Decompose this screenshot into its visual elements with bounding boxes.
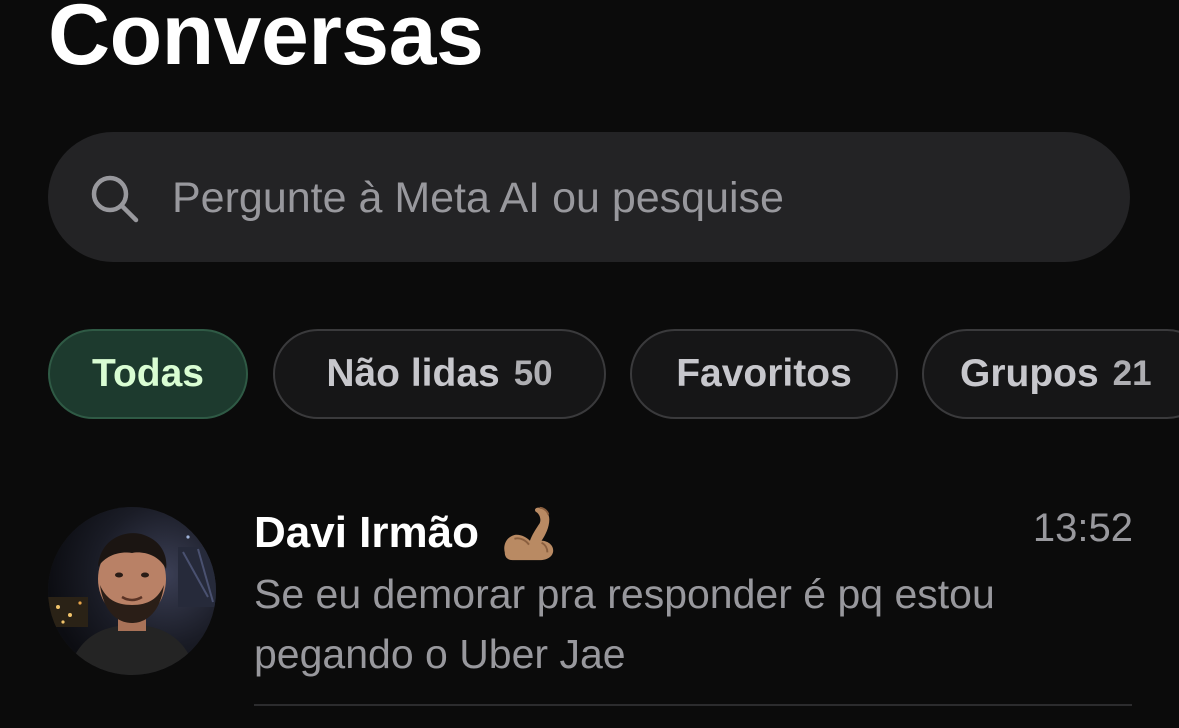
filter-chip-favorites[interactable]: Favoritos bbox=[630, 329, 898, 419]
chat-list-item[interactable]: Davi Irmão 13:52 Se eu demorar pra respo… bbox=[0, 480, 1179, 728]
filter-chip-count: 21 bbox=[1112, 354, 1152, 393]
chat-name-text: Davi Irmão bbox=[254, 508, 479, 557]
chat-divider bbox=[254, 704, 1132, 706]
filter-chip-all[interactable]: Todas bbox=[48, 329, 248, 419]
search-icon bbox=[91, 175, 139, 223]
filter-chip-label: Todas bbox=[92, 352, 204, 395]
flexed-biceps-icon bbox=[504, 506, 554, 561]
page-title: Conversas bbox=[48, 0, 484, 83]
filter-chips: Todas Não lidas 50 Favoritos Grupos 21 bbox=[48, 329, 1179, 423]
filter-chip-count: 50 bbox=[513, 354, 553, 393]
avatar[interactable] bbox=[48, 507, 216, 675]
chat-name: Davi Irmão bbox=[254, 502, 559, 564]
filter-chip-groups[interactable]: Grupos 21 bbox=[922, 329, 1179, 419]
filter-chip-unread[interactable]: Não lidas 50 bbox=[273, 329, 606, 419]
filter-chip-label: Favoritos bbox=[676, 352, 852, 395]
filter-chip-label: Grupos bbox=[960, 352, 1099, 395]
chat-timestamp: 13:52 bbox=[1032, 506, 1133, 550]
filter-chip-label: Não lidas bbox=[326, 352, 500, 395]
chat-preview: Se eu demorar pra responder é pq estou p… bbox=[254, 571, 995, 677]
search-input[interactable] bbox=[172, 168, 1072, 228]
